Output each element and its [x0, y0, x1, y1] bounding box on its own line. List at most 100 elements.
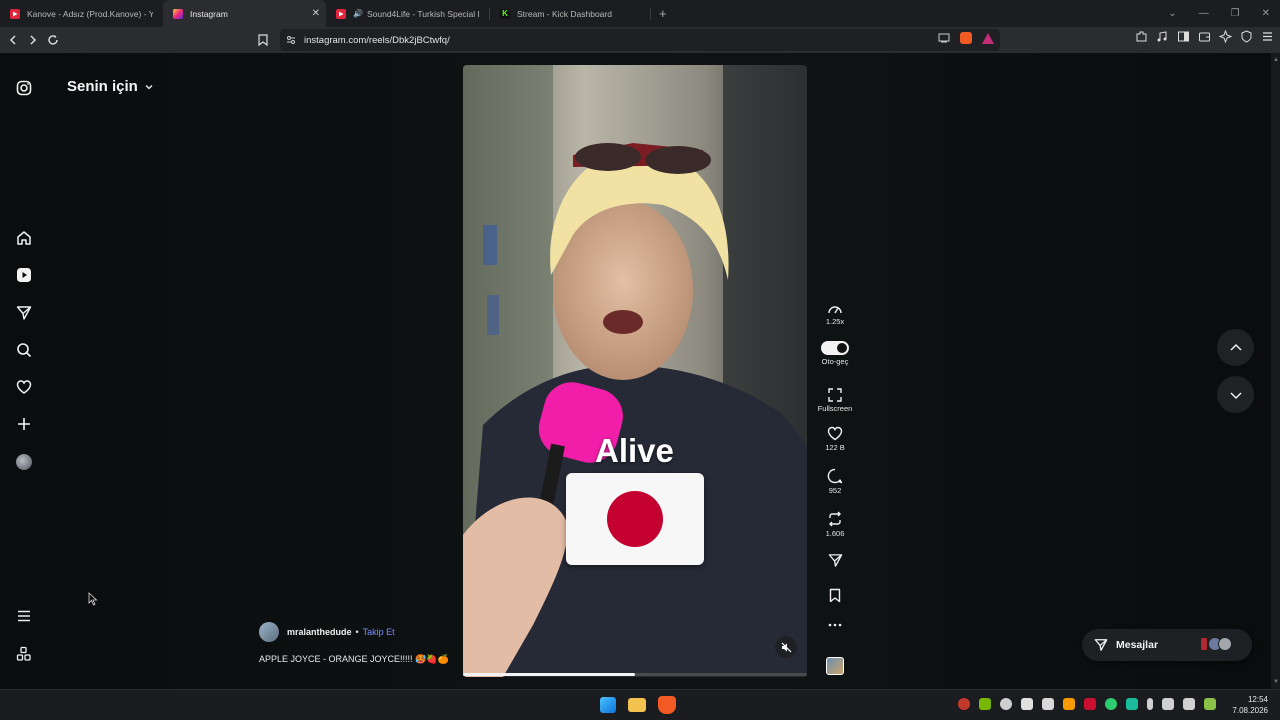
messages-button[interactable]: Mesajlar — [1082, 629, 1252, 661]
sidebar-icon[interactable] — [1177, 30, 1190, 43]
close-window-icon[interactable]: ✕ — [1262, 8, 1270, 19]
nvidia-icon[interactable] — [979, 698, 991, 710]
share-button[interactable] — [815, 553, 855, 568]
message-avatar — [1200, 637, 1208, 651]
leo-ai-icon[interactable] — [1219, 30, 1232, 43]
follow-button[interactable]: Takip Et — [363, 627, 395, 637]
speed-control[interactable]: 1.25x — [815, 303, 855, 326]
speedometer-icon — [828, 306, 842, 314]
youtube-favicon-icon — [10, 8, 20, 19]
instagram-page: Senin için Alive 1.25x Oto-geç Fullscree… — [0, 53, 1280, 689]
menu-icon[interactable] — [14, 606, 34, 626]
reposts-count: 1.606 — [825, 529, 845, 538]
likes-count: 122 B — [825, 443, 845, 452]
audio-playing-icon[interactable]: 🔊 — [353, 9, 363, 18]
tab-title: Instagram — [190, 8, 228, 19]
tab-instagram[interactable]: Instagram ✕ — [163, 0, 326, 27]
author-username[interactable]: mralanthedude — [287, 627, 352, 637]
send-icon[interactable] — [14, 303, 34, 323]
back-button[interactable] — [3, 30, 23, 50]
tab-sound4life[interactable]: 🔊 Sound4Life - Turkish Special Live — [326, 0, 489, 27]
windows-start-icon[interactable] — [600, 697, 616, 713]
send-icon — [828, 554, 842, 567]
plus-icon[interactable] — [14, 414, 34, 434]
next-reel-button[interactable] — [1217, 376, 1254, 413]
forward-button[interactable] — [23, 30, 43, 50]
tray-app-icon[interactable] — [958, 698, 970, 710]
tray-app-icon[interactable] — [1063, 698, 1075, 710]
tray-app-icon[interactable] — [1126, 698, 1138, 710]
reload-button[interactable] — [43, 30, 63, 50]
bookmark-icon — [829, 588, 841, 603]
tab-youtube[interactable]: Kanove - Adsız (Prod.Kanove) - YouTube — [0, 0, 163, 27]
microphone-icon[interactable] — [1147, 698, 1153, 710]
author-avatar[interactable] — [259, 622, 279, 642]
bookmark-icon — [258, 34, 268, 46]
audio-thumbnail[interactable] — [826, 657, 844, 675]
previous-reel-button[interactable] — [1217, 329, 1254, 366]
feed-selector[interactable]: Senin için — [67, 78, 154, 95]
autoplay-label: Oto-geç — [821, 357, 849, 366]
scroll-down-icon[interactable]: ▼ — [1273, 679, 1279, 685]
scroll-up-icon[interactable]: ▲ — [1273, 57, 1279, 63]
tray-app-icon[interactable] — [1105, 698, 1117, 710]
tray-app-icon[interactable] — [1042, 698, 1054, 710]
browser-menu-icon[interactable] — [1261, 30, 1274, 43]
minimize-icon[interactable]: — — [1199, 8, 1209, 19]
japan-flag — [566, 473, 704, 565]
heart-icon — [827, 426, 843, 441]
extensions-area — [1135, 30, 1274, 43]
heart-icon[interactable] — [14, 377, 34, 397]
more-options-button[interactable] — [815, 623, 855, 627]
message-avatar — [1218, 637, 1232, 651]
muted-icon — [781, 642, 791, 652]
cast-icon[interactable] — [938, 33, 950, 43]
tab-title: Stream - Kick Dashboard — [517, 8, 612, 19]
video-progress-bar[interactable] — [463, 673, 807, 676]
autoplay-switch[interactable] — [821, 341, 849, 355]
profile-avatar[interactable] — [14, 452, 34, 472]
network-icon[interactable] — [1162, 698, 1174, 710]
like-button[interactable]: 122 B — [815, 426, 855, 452]
page-scrollbar[interactable]: ▲ ▼ — [1271, 53, 1280, 689]
reels-icon[interactable] — [14, 265, 34, 285]
tab-search-chevron-icon[interactable]: ⌄ — [1168, 8, 1176, 19]
vpn-shield-icon[interactable] — [1240, 30, 1253, 43]
more-apps-icon[interactable] — [14, 644, 34, 664]
autoplay-toggle[interactable]: Oto-geç — [815, 341, 855, 366]
discord-icon[interactable] — [1021, 698, 1033, 710]
system-tray — [958, 698, 1216, 710]
brave-shields-icon[interactable] — [960, 32, 972, 44]
tab-close-icon[interactable]: ✕ — [312, 8, 320, 19]
restore-icon[interactable]: ❐ — [1231, 8, 1240, 19]
new-tab-button[interactable]: + — [659, 6, 667, 21]
wallet-icon[interactable] — [1198, 30, 1211, 43]
repost-button[interactable]: 1.606 — [815, 511, 855, 538]
address-bar[interactable]: instagram.com/reels/Dbk2jBCtwfq/ — [280, 29, 1000, 51]
file-explorer-icon[interactable] — [628, 698, 646, 712]
system-clock[interactable]: 12:54 7.08.2026 — [1232, 694, 1268, 716]
instagram-logo-icon[interactable] — [14, 78, 34, 98]
brave-rewards-icon[interactable] — [982, 32, 994, 44]
forward-icon — [30, 35, 37, 45]
search-icon[interactable] — [14, 340, 34, 360]
bookmark-button[interactable] — [258, 34, 268, 46]
save-button[interactable] — [815, 588, 855, 603]
home-icon[interactable] — [14, 228, 34, 248]
message-avatars — [1200, 637, 1232, 651]
site-info-icon[interactable] — [286, 35, 296, 45]
url-text[interactable]: instagram.com/reels/Dbk2jBCtwfq/ — [304, 35, 450, 46]
tray-app-icon[interactable] — [1000, 698, 1012, 710]
media-icon[interactable] — [1156, 30, 1169, 43]
fullscreen-button[interactable]: Fullscreen — [815, 388, 855, 413]
tray-app-icon[interactable] — [1084, 698, 1096, 710]
mute-button[interactable] — [775, 636, 797, 658]
comment-button[interactable]: 952 — [815, 468, 855, 495]
volume-icon[interactable] — [1183, 698, 1195, 710]
tray-app-icon[interactable] — [1204, 698, 1216, 710]
chevron-down-icon — [1229, 391, 1242, 399]
brave-browser-icon[interactable] — [658, 696, 676, 714]
reel-video[interactable] — [463, 65, 807, 677]
extensions-icon[interactable] — [1135, 30, 1148, 43]
tab-kick[interactable]: K Stream - Kick Dashboard — [490, 0, 650, 27]
